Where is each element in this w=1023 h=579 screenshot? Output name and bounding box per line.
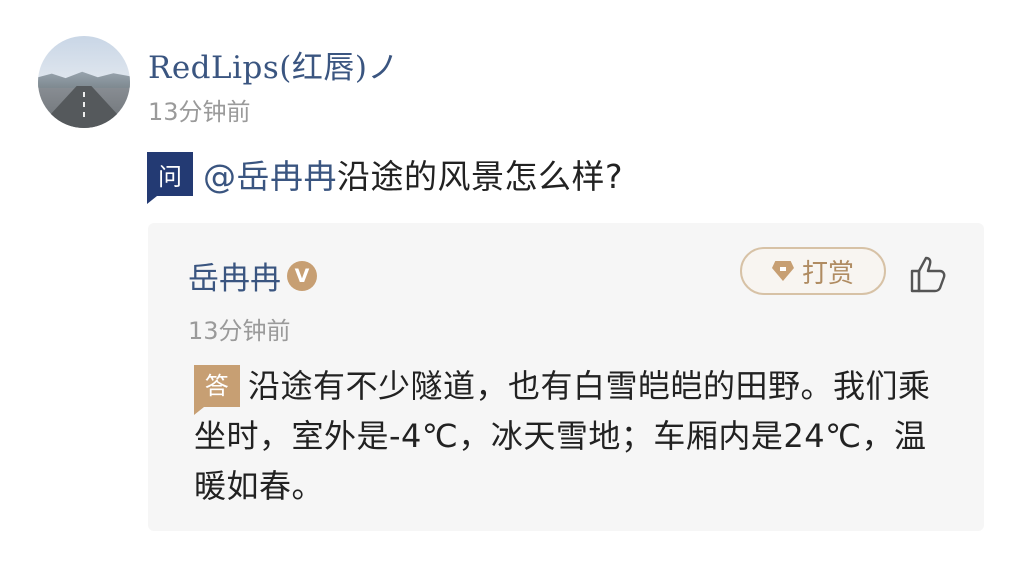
verified-v-icon: V	[287, 260, 317, 291]
reply-timestamp: 13分钟前	[188, 317, 291, 345]
reply-card: 岳冉冉 V 打赏 13分钟前 答沿途有不少隧道，也有白雪皑皑的田野。我们乘坐时，…	[148, 223, 984, 531]
answer-badge: 答	[194, 365, 240, 415]
reply-author: 岳冉冉 V	[188, 253, 317, 298]
mention-link[interactable]: @岳冉冉	[203, 157, 337, 196]
question-row: 问 @岳冉冉沿途的风景怎么样?	[147, 150, 623, 204]
gem-icon	[771, 261, 794, 281]
post-timestamp: 13分钟前	[148, 98, 251, 126]
question-badge: 问	[147, 152, 193, 204]
username[interactable]: RedLips(红唇)ノ	[148, 42, 399, 87]
avatar[interactable]	[38, 36, 130, 128]
answer-block: 答沿途有不少隧道，也有白雪皑皑的田野。我们乘坐时，室外是-4℃，冰天雪地；车厢内…	[194, 361, 954, 511]
tip-button-label: 打赏	[801, 258, 854, 289]
question-text: @岳冉冉沿途的风景怎么样?	[203, 150, 623, 198]
avatar-mountains	[38, 71, 130, 88]
avatar-road-stripe	[83, 92, 85, 122]
answer-text: 沿途有不少隧道，也有白雪皑皑的田野。我们乘坐时，室外是-4℃，冰天雪地；车厢内是…	[194, 367, 931, 505]
question-body: 沿途的风景怎么样?	[337, 157, 624, 196]
thumbs-up-icon[interactable]	[908, 253, 950, 295]
tip-button[interactable]: 打赏	[740, 247, 886, 295]
reply-author-name[interactable]: 岳冉冉	[188, 253, 281, 298]
